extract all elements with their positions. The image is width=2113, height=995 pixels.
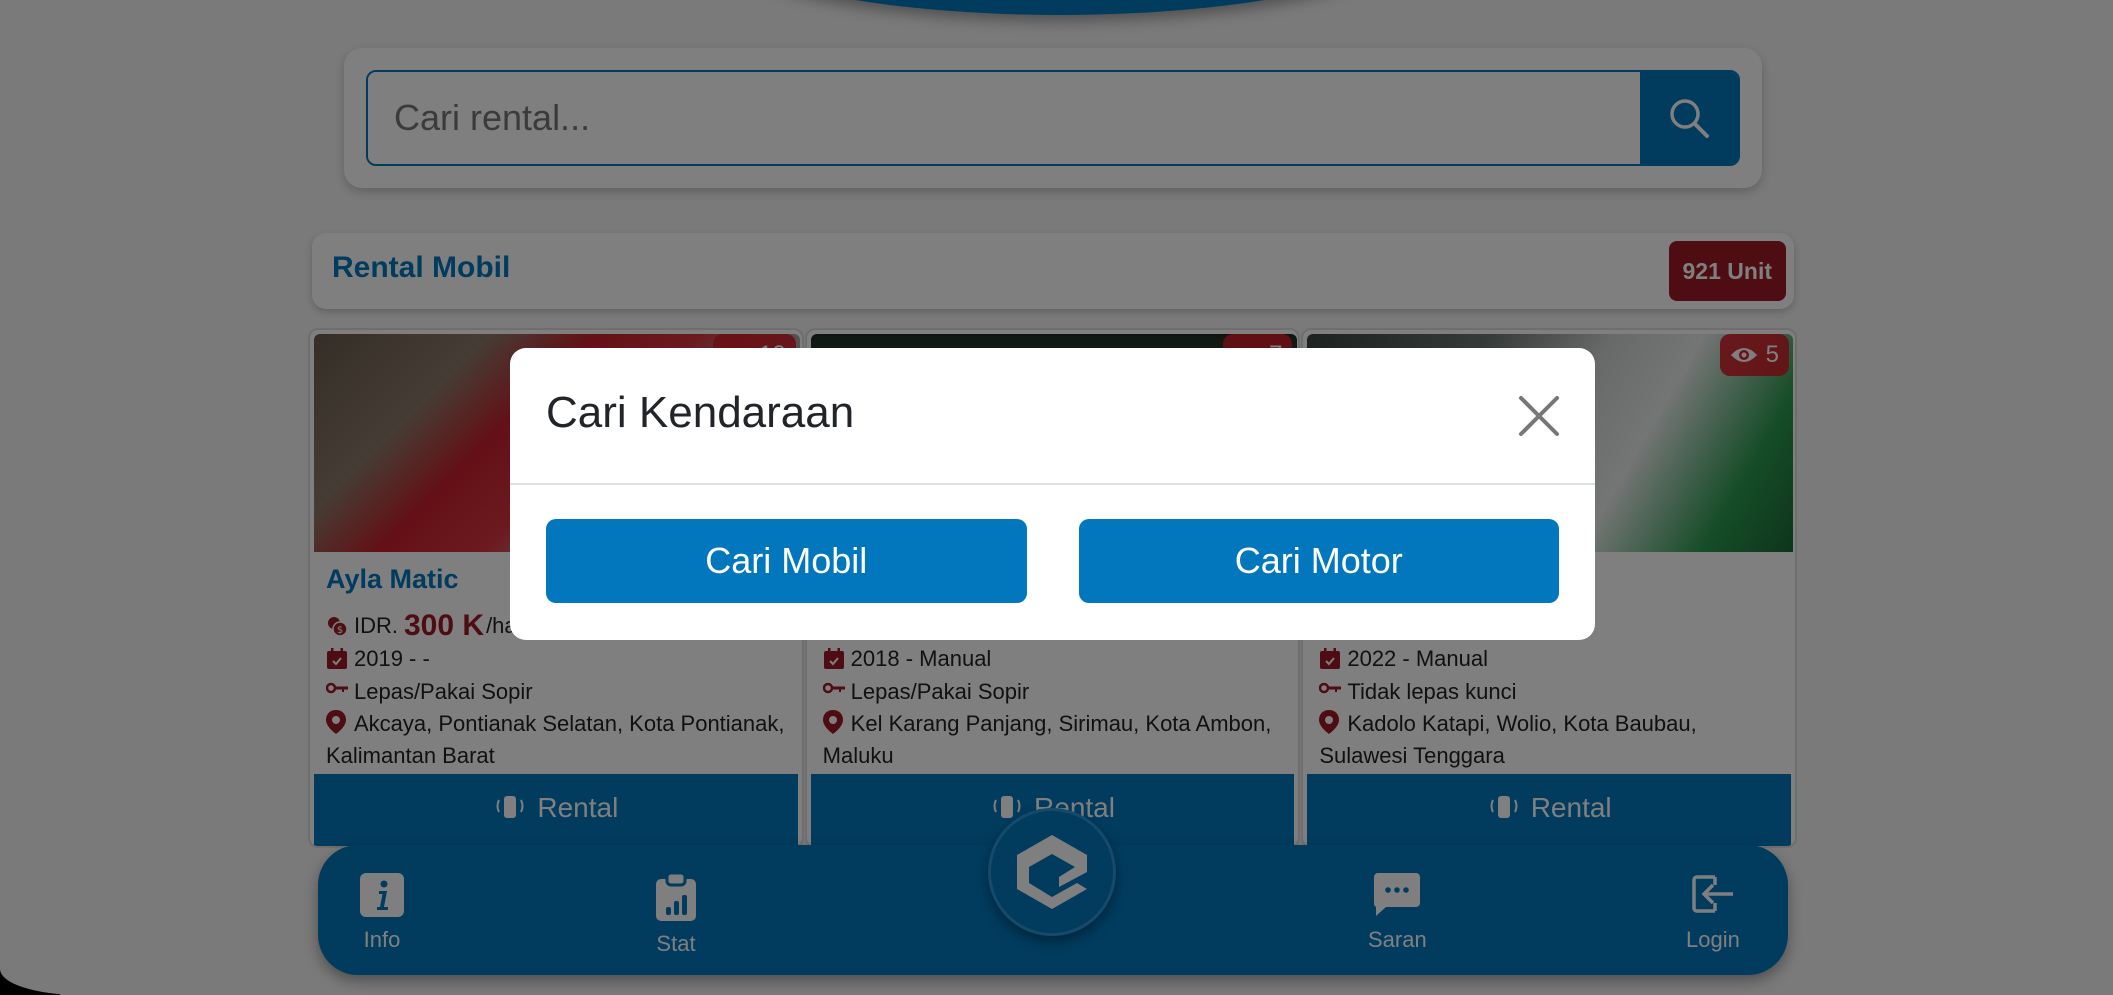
search-car-button[interactable]: Cari Mobil: [546, 519, 1027, 603]
modal-body: Cari Mobil Cari Motor: [510, 485, 1595, 637]
vehicle-search-modal: Cari Kendaraan Cari Mobil Cari Motor: [510, 348, 1595, 640]
modal-title: Cari Kendaraan: [546, 388, 855, 437]
search-motorcycle-button[interactable]: Cari Motor: [1078, 519, 1559, 603]
close-icon: [1519, 396, 1559, 436]
modal-header: Cari Kendaraan: [510, 348, 1595, 485]
close-button[interactable]: [1517, 394, 1561, 438]
